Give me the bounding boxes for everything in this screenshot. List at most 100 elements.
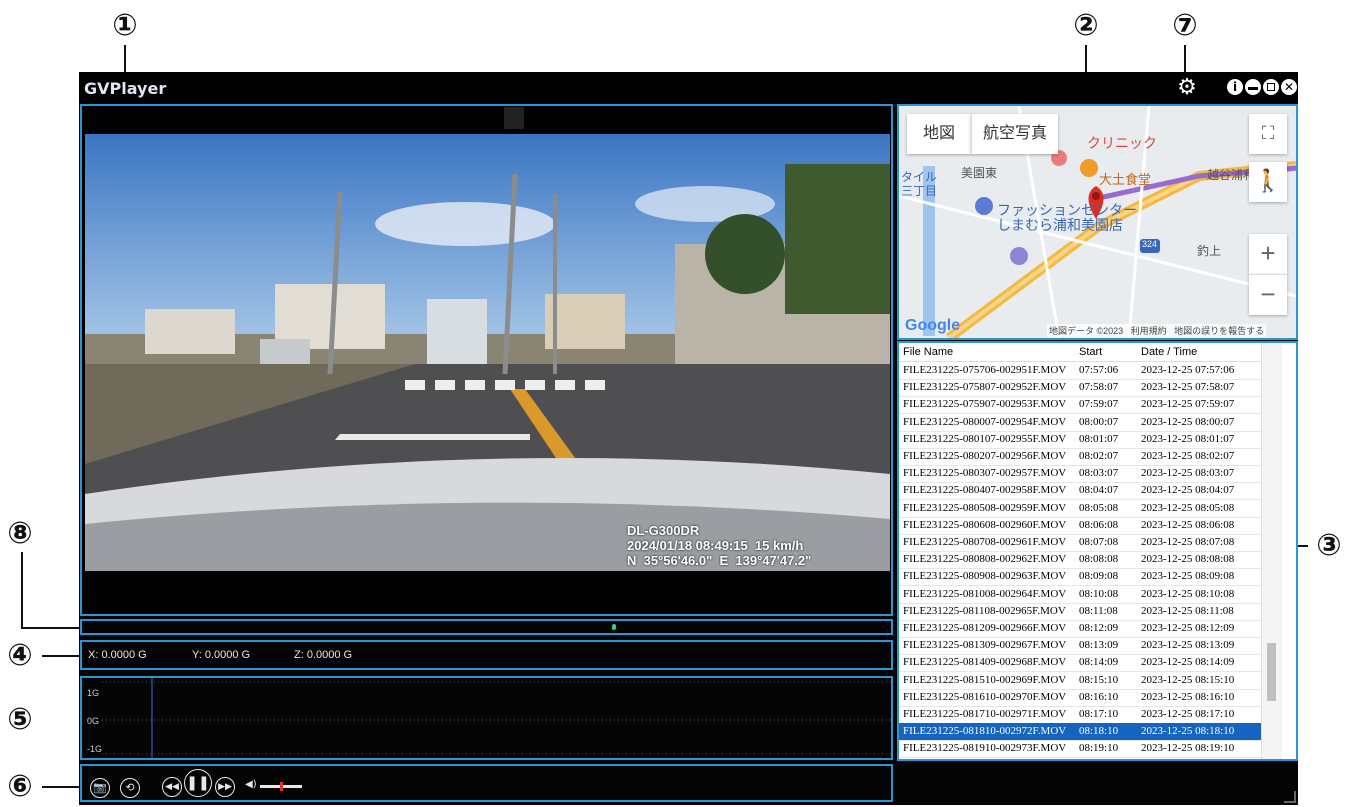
file-row[interactable]: FILE231225-081309-002967F.MOV 08:13:09 202… bbox=[899, 637, 1264, 656]
graph-label-1g: 1G bbox=[87, 688, 100, 698]
datetime-cell: 2023-12-25 08:20:11 bbox=[1141, 758, 1234, 759]
start-cell: 08:00:07 bbox=[1079, 415, 1119, 428]
close-icon[interactable]: ✕ bbox=[1281, 79, 1297, 95]
app-title: GVPlayer bbox=[84, 79, 167, 98]
start-cell: 08:20:11 bbox=[1079, 758, 1118, 759]
file-name-cell: FILE231225-075907-002953F.MOV bbox=[903, 398, 1067, 411]
file-row[interactable]: FILE231225-080307-002957F.MOV 08:03:07 202… bbox=[899, 465, 1264, 484]
volume-icon: ◀) bbox=[245, 779, 257, 790]
snapshot-icon[interactable]: 📷 bbox=[90, 778, 110, 798]
file-row[interactable]: FILE231225-080908-002963F.MOV 08:09:08 202… bbox=[899, 568, 1264, 587]
graph-plot bbox=[102, 678, 891, 758]
file-row[interactable]: FILE231225-081610-002970F.MOV 08:16:10 202… bbox=[899, 689, 1264, 707]
minimize-icon[interactable] bbox=[1245, 79, 1261, 95]
start-cell: 08:02:07 bbox=[1079, 450, 1119, 462]
file-row[interactable]: FILE231225-075807-002952F.MOV 07:58:07 202… bbox=[899, 379, 1264, 398]
file-row[interactable]: FILE231225-081409-002968F.MOV 08:14:09 202… bbox=[899, 654, 1264, 673]
file-row[interactable]: FILE231225-081910-002973F.MOV 08:19:10 202… bbox=[899, 740, 1264, 759]
datetime-cell: 2023-12-25 08:12:09 bbox=[1141, 622, 1235, 634]
file-name-cell: FILE231225-081810-002972F.MOV bbox=[903, 725, 1067, 738]
file-row[interactable]: FILE231225-082011-002974F.MOV 08:20:11 202… bbox=[899, 758, 1264, 759]
gsensor-y: Y: 0.0000 G bbox=[192, 649, 251, 661]
column-header-datetime[interactable]: Date / Time bbox=[1141, 346, 1197, 358]
file-row[interactable]: FILE231225-080007-002954F.MOV 08:00:07 202… bbox=[899, 414, 1264, 432]
rewind-icon[interactable]: ◀◀ bbox=[162, 777, 182, 797]
start-cell: 08:16:10 bbox=[1079, 690, 1119, 703]
file-row[interactable]: FILE231225-075706-002951F.MOV 07:57:06 202… bbox=[899, 362, 1264, 380]
datetime-cell: 2023-12-25 08:05:08 bbox=[1141, 501, 1235, 514]
datetime-cell: 2023-12-25 07:59:07 bbox=[1141, 398, 1235, 411]
map-panel[interactable]: 地図 航空写真 クリニック 美園東 大土食堂 越谷浦和 タイル 三丁目 ファッシ… bbox=[897, 104, 1298, 340]
gsensor-x: X: 0.0000 G bbox=[88, 649, 147, 661]
file-row[interactable]: FILE231225-080508-002959F.MOV 08:05:08 202… bbox=[899, 500, 1264, 518]
file-row[interactable]: FILE231225-080708-002961F.MOV 08:07:08 202… bbox=[899, 534, 1264, 552]
file-row[interactable]: FILE231225-081710-002971F.MOV 08:17:10 202… bbox=[899, 706, 1264, 724]
start-cell: 08:12:09 bbox=[1079, 622, 1119, 634]
file-row[interactable]: FILE231225-080608-002960F.MOV 08:06:08 202… bbox=[899, 517, 1264, 535]
file-row[interactable]: FILE231225-080407-002958F.MOV 08:04:07 202… bbox=[899, 482, 1264, 501]
fullscreen-button[interactable]: ⛶ bbox=[1249, 114, 1287, 154]
start-cell: 08:09:08 bbox=[1079, 570, 1119, 583]
fast-forward-icon[interactable]: ▶▶ bbox=[215, 777, 235, 797]
file-row[interactable]: FILE231225-080808-002962F.MOV 08:08:08 202… bbox=[899, 551, 1264, 570]
map-tab-satellite[interactable]: 航空写真 bbox=[971, 114, 1058, 154]
file-list-scrollbar[interactable] bbox=[1261, 343, 1282, 759]
file-row[interactable]: FILE231225-081008-002964F.MOV 08:10:08 202… bbox=[899, 586, 1264, 604]
video-frame: DL-G300DR 2024/01/18 08:49:15 15 km/h N … bbox=[85, 134, 890, 571]
gear-icon[interactable]: ⚙ bbox=[1175, 76, 1199, 100]
timeline-bar[interactable] bbox=[80, 619, 893, 635]
file-name-cell: FILE231225-081108-002965F.MOV bbox=[903, 604, 1066, 617]
file-row[interactable]: FILE231225-080107-002955F.MOV 08:01:07 202… bbox=[899, 431, 1264, 449]
file-row[interactable]: FILE231225-081108-002965F.MOV 08:11:08 202… bbox=[899, 603, 1264, 621]
map-route-number: 324 bbox=[1142, 239, 1158, 249]
video-player[interactable]: DL-G300DR 2024/01/18 08:49:15 15 km/h N … bbox=[80, 104, 893, 616]
column-header-start[interactable]: Start bbox=[1079, 346, 1102, 358]
file-name-cell: FILE231225-082011-002974F.MOV bbox=[903, 758, 1066, 759]
zoom-out-button[interactable]: − bbox=[1249, 274, 1287, 315]
map-label: 越谷浦和 bbox=[1207, 168, 1256, 182]
start-cell: 08:05:08 bbox=[1079, 501, 1119, 514]
volume-slider[interactable] bbox=[260, 782, 302, 791]
file-row[interactable]: FILE231225-075907-002953F.MOV 07:59:07 202… bbox=[899, 396, 1264, 415]
datetime-cell: 2023-12-25 08:18:10 bbox=[1141, 725, 1235, 738]
file-list[interactable]: File Name Start Date / Time FILE231225-0… bbox=[897, 341, 1298, 761]
timeline-marker[interactable] bbox=[612, 624, 616, 630]
file-name-cell: FILE231225-080407-002958F.MOV bbox=[903, 484, 1067, 497]
scrollbar-thumb[interactable] bbox=[1267, 643, 1276, 701]
graph-label-0g: 0G bbox=[87, 716, 100, 726]
map-footer[interactable]: 地図データ ©2023 利用規約 地図の誤りを報告する bbox=[1047, 324, 1267, 337]
street-view-button[interactable]: 🚶 bbox=[1249, 162, 1287, 202]
start-cell: 07:58:07 bbox=[1079, 381, 1119, 394]
start-cell: 08:11:08 bbox=[1079, 604, 1118, 617]
start-cell: 08:18:10 bbox=[1079, 725, 1119, 738]
datetime-cell: 2023-12-25 08:02:07 bbox=[1141, 450, 1235, 462]
maximize-icon[interactable] bbox=[1263, 79, 1279, 95]
file-name-cell: FILE231225-080608-002960F.MOV bbox=[903, 518, 1067, 531]
start-cell: 08:06:08 bbox=[1079, 518, 1119, 531]
file-row[interactable]: FILE231225-081209-002966F.MOV 08:12:09 202… bbox=[899, 620, 1264, 638]
map-label: しまむら浦和美園店 bbox=[997, 217, 1123, 233]
map-label: 三丁目 bbox=[901, 184, 938, 198]
file-row[interactable]: FILE231225-080207-002956F.MOV 08:02:07 202… bbox=[899, 448, 1264, 466]
datetime-cell: 2023-12-25 08:08:08 bbox=[1141, 553, 1235, 566]
info-icon[interactable]: i bbox=[1227, 79, 1243, 95]
file-row[interactable]: FILE231225-081510-002969F.MOV 08:15:10 202… bbox=[899, 672, 1264, 690]
file-name-cell: FILE231225-081008-002964F.MOV bbox=[903, 587, 1067, 600]
column-header-file-name[interactable]: File Name bbox=[903, 346, 953, 358]
pause-icon[interactable]: ❚❚ bbox=[184, 769, 212, 797]
datetime-cell: 2023-12-25 08:14:09 bbox=[1141, 656, 1235, 669]
start-cell: 08:13:09 bbox=[1079, 639, 1119, 652]
map-label: 釣上 bbox=[1197, 244, 1222, 258]
map-tab-map[interactable]: 地図 bbox=[907, 114, 971, 154]
overlay-datetime-speed: 2024/01/18 08:49:15 15 km/h bbox=[627, 538, 804, 553]
file-name-cell: FILE231225-081710-002971F.MOV bbox=[903, 708, 1067, 720]
file-row[interactable]: FILE231225-081810-002972F.MOV 08:18:10 202… bbox=[899, 723, 1264, 742]
resize-grip[interactable] bbox=[1284, 791, 1296, 803]
volume-slider-knob[interactable] bbox=[279, 782, 283, 791]
start-cell: 07:57:06 bbox=[1079, 364, 1119, 376]
camera-switch-icon[interactable]: ⟲ bbox=[120, 778, 140, 798]
file-name-cell: FILE231225-080007-002954F.MOV bbox=[903, 415, 1067, 428]
start-cell: 07:59:07 bbox=[1079, 398, 1119, 411]
datetime-cell: 2023-12-25 08:16:10 bbox=[1141, 690, 1235, 703]
zoom-in-button[interactable]: + bbox=[1249, 234, 1287, 274]
